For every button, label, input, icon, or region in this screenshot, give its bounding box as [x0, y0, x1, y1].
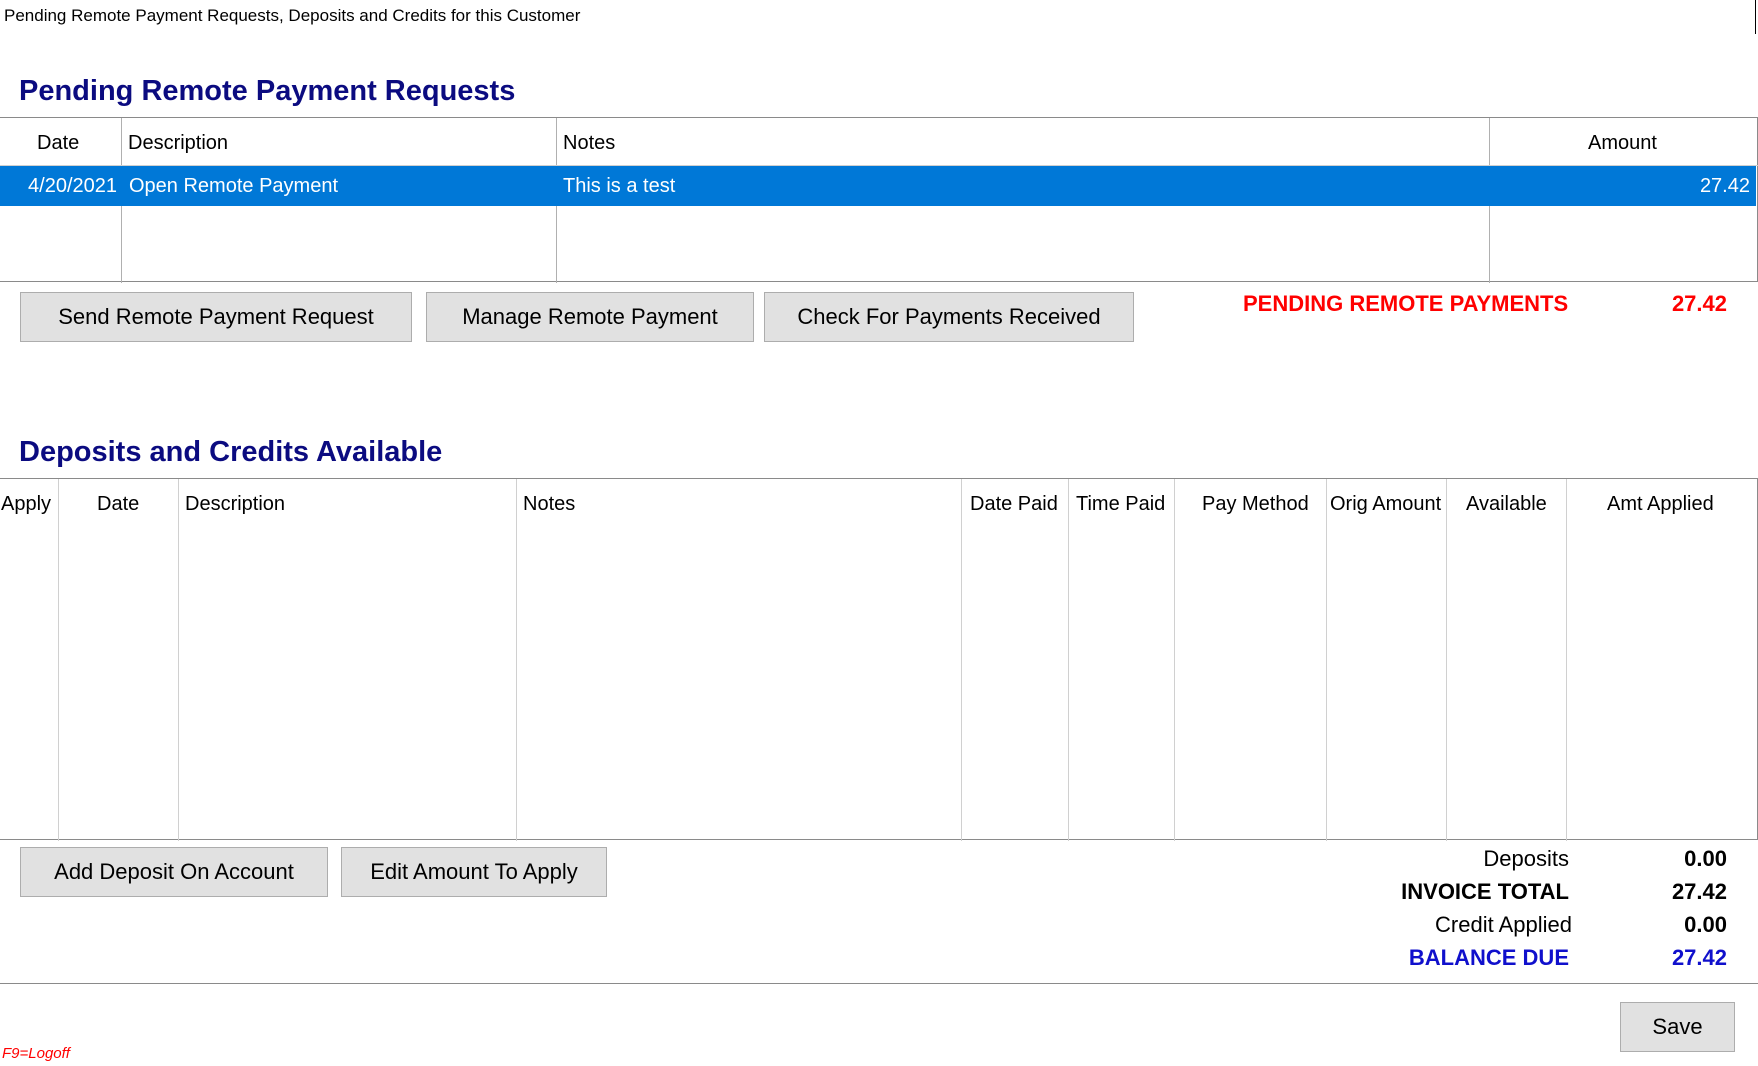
- pending-section-title: Pending Remote Payment Requests: [19, 75, 516, 107]
- column-divider: [1174, 479, 1175, 841]
- column-header-apply[interactable]: Apply: [1, 493, 51, 516]
- save-button[interactable]: Save: [1620, 1002, 1735, 1052]
- footer-divider: [0, 983, 1758, 984]
- deposits-total-value: 0.00: [1684, 846, 1727, 871]
- row-amount: 27.42: [1699, 175, 1750, 197]
- logoff-hint: F9=Logoff: [2, 1045, 70, 1062]
- row-notes: This is a test: [563, 175, 676, 197]
- column-divider: [1446, 479, 1447, 841]
- column-divider: [1068, 479, 1069, 841]
- column-divider: [516, 479, 517, 841]
- pending-total-value: 27.42: [1671, 291, 1727, 316]
- column-divider: [1326, 479, 1327, 841]
- column-divider: [58, 479, 59, 841]
- row-date: 4/20/2021: [28, 175, 117, 197]
- deposits-total-label: Deposits: [1483, 846, 1569, 871]
- pending-total-label: PENDING REMOTE PAYMENTS: [1243, 291, 1569, 316]
- window-edge: [1755, 0, 1756, 34]
- column-header-time-paid[interactable]: Time Paid: [1076, 493, 1165, 516]
- edit-amount-to-apply-button[interactable]: Edit Amount To Apply: [341, 847, 607, 897]
- column-divider: [1566, 479, 1567, 841]
- column-header-available[interactable]: Available: [1466, 493, 1547, 516]
- table-row[interactable]: 4/20/2021 Open Remote Payment This is a …: [0, 166, 1756, 206]
- column-header-date[interactable]: Date: [37, 132, 79, 155]
- send-remote-payment-request-button[interactable]: Send Remote Payment Request: [20, 292, 412, 342]
- column-header-date-paid[interactable]: Date Paid: [970, 493, 1058, 516]
- add-deposit-on-account-button[interactable]: Add Deposit On Account: [20, 847, 328, 897]
- manage-remote-payment-button[interactable]: Manage Remote Payment: [426, 292, 754, 342]
- column-divider: [961, 479, 962, 841]
- balance-due-value: 27.42: [1671, 945, 1727, 970]
- deposits-section-title: Deposits and Credits Available: [19, 436, 443, 468]
- pending-requests-table[interactable]: Date Description Notes Amount 4/20/2021 …: [0, 117, 1758, 283]
- column-header-pay-method[interactable]: Pay Method: [1202, 493, 1309, 516]
- column-header-description[interactable]: Description: [185, 493, 285, 516]
- invoice-total-value: 27.42: [1671, 879, 1727, 904]
- column-header-amt-applied[interactable]: Amt Applied: [1607, 493, 1714, 516]
- column-header-description[interactable]: Description: [128, 132, 228, 155]
- column-header-date[interactable]: Date: [97, 493, 139, 516]
- row-description: Open Remote Payment: [129, 175, 338, 197]
- column-header-notes[interactable]: Notes: [563, 132, 615, 155]
- column-header-notes[interactable]: Notes: [523, 493, 575, 516]
- column-divider: [178, 479, 179, 841]
- window-title: Pending Remote Payment Requests, Deposit…: [4, 6, 581, 25]
- invoice-total-label: INVOICE TOTAL: [1401, 879, 1569, 904]
- column-header-amount[interactable]: Amount: [1588, 132, 1657, 155]
- credit-applied-label: Credit Applied: [1435, 912, 1572, 937]
- check-for-payments-received-button[interactable]: Check For Payments Received: [764, 292, 1134, 342]
- credit-applied-value: 0.00: [1684, 912, 1727, 937]
- column-header-orig-amount[interactable]: Orig Amount: [1330, 493, 1441, 516]
- balance-due-label: BALANCE DUE: [1408, 945, 1569, 970]
- deposits-table[interactable]: Apply Date Description Notes Date Paid T…: [0, 478, 1758, 841]
